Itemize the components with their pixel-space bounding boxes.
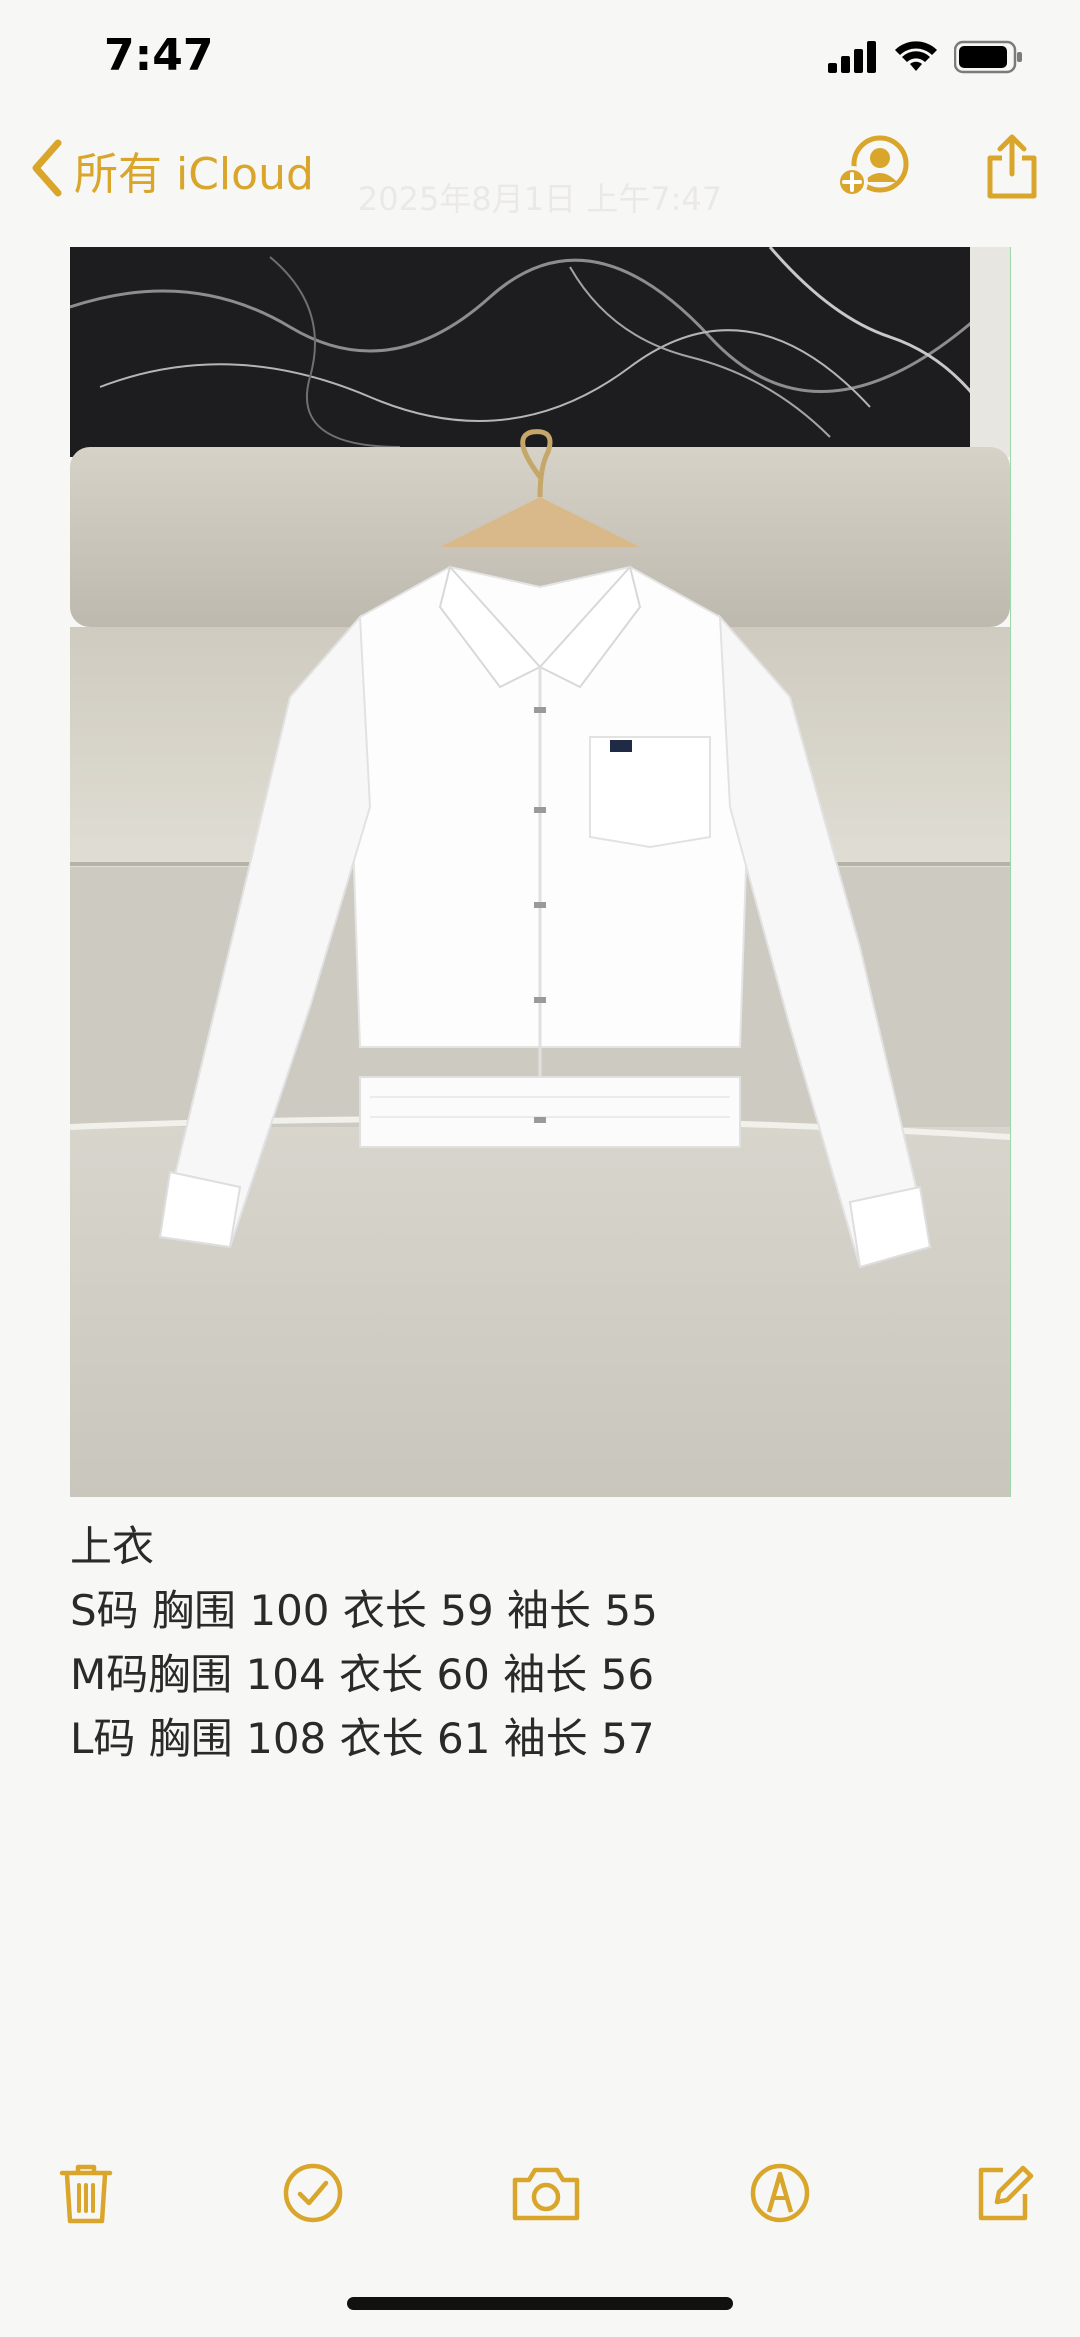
markup-icon xyxy=(749,2162,811,2228)
shirt-photo xyxy=(70,247,1010,1497)
camera-button[interactable] xyxy=(506,2155,586,2235)
wifi-icon xyxy=(894,41,938,77)
share-button[interactable] xyxy=(984,134,1040,204)
battery-icon xyxy=(953,40,1024,78)
note-line-title: 上衣 xyxy=(70,1522,155,1571)
nav-actions xyxy=(836,134,1040,204)
note-line-size-m: M码胸围 104 衣长 60 袖长 56 xyxy=(70,1650,655,1699)
compose-icon xyxy=(973,2162,1035,2228)
note-body[interactable]: 上衣 S码 胸围 100 衣长 59 袖长 55 M码胸围 104 衣长 60 … xyxy=(70,1515,1010,1771)
note-line-size-l: L码 胸围 108 衣长 61 袖长 57 xyxy=(70,1714,655,1763)
checklist-button[interactable] xyxy=(273,2155,353,2235)
cellular-signal-icon xyxy=(828,41,878,77)
bottom-toolbar xyxy=(0,2155,1080,2245)
nav-bar: 2025年8月1日 上午7:47 所有 iCloud xyxy=(0,130,1080,218)
notes-screen: 7:47 2025年8月1日 上午7:47 所有 iCloud 上衣 S码 胸围… xyxy=(0,0,1080,2337)
status-icons xyxy=(828,40,1024,78)
home-indicator[interactable] xyxy=(347,2297,733,2310)
note-photo[interactable] xyxy=(70,247,1011,1497)
back-label: 所有 iCloud xyxy=(74,149,314,200)
checklist-icon xyxy=(282,2162,344,2228)
status-time: 7:47 xyxy=(104,30,214,81)
status-bar: 7:47 xyxy=(0,0,1080,120)
share-contact-icon xyxy=(836,134,914,204)
compose-button[interactable] xyxy=(964,2155,1044,2235)
delete-button[interactable] xyxy=(46,2155,126,2235)
share-contact-button[interactable] xyxy=(836,134,914,204)
note-line-size-s: S码 胸围 100 衣长 59 袖长 55 xyxy=(70,1586,658,1635)
back-button[interactable]: 所有 iCloud xyxy=(30,138,314,202)
markup-button[interactable] xyxy=(740,2155,820,2235)
chevron-left-icon xyxy=(30,139,64,201)
camera-icon xyxy=(511,2164,581,2226)
share-icon xyxy=(984,134,1040,204)
trash-icon xyxy=(58,2161,114,2229)
